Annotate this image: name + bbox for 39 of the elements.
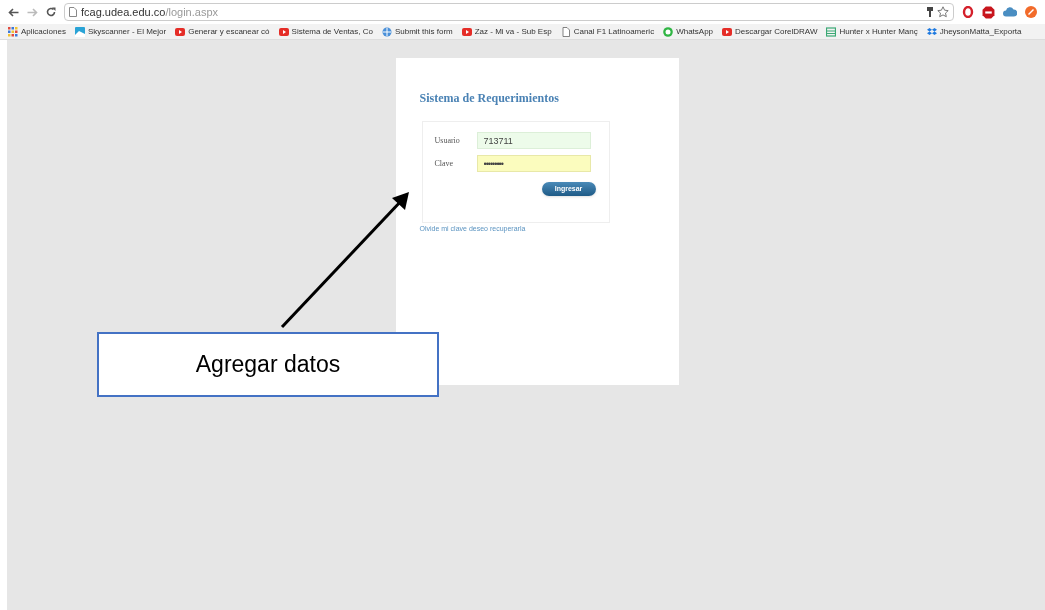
bookmark[interactable]: JheysonMatta_Exporta (926, 25, 1022, 38)
globe-icon (381, 26, 392, 37)
bookmark[interactable]: Submit this form (381, 25, 453, 38)
back-icon[interactable] (8, 7, 19, 17)
circle-o-icon[interactable] (962, 6, 974, 18)
address-field[interactable]: fcag.udea.edu.co/login.aspx (64, 3, 954, 21)
play-icon (722, 27, 733, 36)
bookmark[interactable]: Hunter x Hunter Manç (826, 25, 918, 38)
bookmark[interactable]: Canal F1 Latinoameric (560, 25, 655, 38)
bookmark[interactable]: Zaz - Mi va - Sub Esp (461, 25, 552, 38)
login-title: Sistema de Requerimientos (419, 90, 560, 107)
bookmark[interactable]: Generar y escanear có (175, 25, 270, 38)
stop-sign-icon[interactable] (982, 5, 995, 19)
pen-icon[interactable] (1025, 6, 1037, 18)
bookmark[interactable]: Aplicaciones (8, 25, 66, 38)
star-icon[interactable] (937, 6, 949, 18)
page-icon (69, 7, 77, 17)
key-icon[interactable] (927, 7, 933, 17)
password-field[interactable]: ••••••••• (476, 155, 591, 172)
field-label: Clave (434, 157, 455, 170)
bookmark[interactable]: Skyscanner - El Mejor (74, 25, 167, 38)
field-label: Usuario (434, 134, 461, 147)
grid-icon (8, 26, 18, 37)
username-field[interactable]: 713711 (476, 132, 591, 149)
play-icon (278, 27, 289, 36)
url-text: fcag.udea.edu.co/login.aspx (81, 4, 218, 20)
chat-icon (663, 26, 674, 37)
sheet-icon (826, 26, 837, 37)
image-icon (74, 26, 85, 37)
bookmark[interactable]: WhatsApp (663, 25, 714, 38)
play-icon (461, 27, 472, 36)
bookmark[interactable]: Sistema de Ventas, Co (278, 25, 373, 38)
reload-icon[interactable] (46, 7, 56, 17)
page-icon (560, 26, 571, 37)
box-icon (926, 26, 937, 37)
play-icon (175, 27, 186, 36)
callout-text: Agregar datos (195, 350, 341, 380)
bookmark[interactable]: Descargar CorelDRAW (722, 25, 818, 38)
cloud-icon[interactable] (1003, 7, 1017, 17)
